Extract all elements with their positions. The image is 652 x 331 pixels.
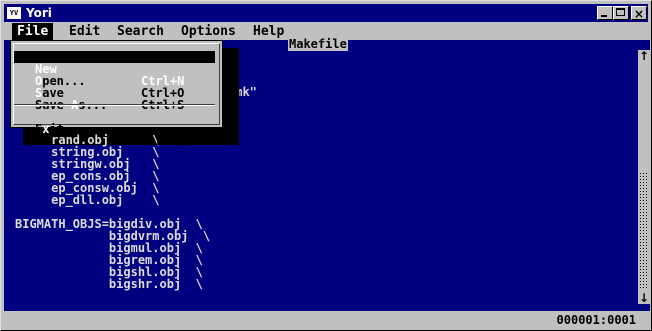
menu-edit[interactable]: Edit — [64, 23, 105, 40]
app-icon[interactable]: YV — [7, 7, 21, 19]
menu-item-exit[interactable]: Exit Ctrl+Q — [14, 111, 215, 147]
menu-options[interactable]: Options — [176, 23, 241, 40]
menu-search[interactable]: Search — [112, 23, 169, 40]
file-menu-dropdown: New Ctrl+N Open... Ctrl+O Save Ctrl+S Sa… — [10, 40, 223, 147]
status-bar: 000001:0001 — [4, 311, 650, 329]
editor-line: ep_dll.obj \ — [15, 193, 160, 207]
menu-help[interactable]: Help — [248, 23, 289, 40]
maximize-button[interactable] — [613, 6, 629, 20]
menu-item-open[interactable]: Open... Ctrl+O — [14, 63, 215, 99]
close-button[interactable]: × — [631, 6, 647, 21]
menu-item-save-as[interactable]: Save As... — [14, 87, 215, 111]
minimize-button[interactable] — [597, 6, 613, 20]
cursor-position: 000001:0001 — [556, 313, 636, 327]
minimize-icon — [601, 15, 607, 17]
app-window: YV Yori × File Edit Search Options Help … — [0, 0, 652, 331]
menu-item-save[interactable]: Save Ctrl+S — [14, 75, 215, 111]
maximize-icon — [616, 8, 625, 16]
menu-item-label: Exit — [35, 122, 64, 136]
menu-file[interactable]: File — [12, 23, 54, 40]
window-title: Yori — [26, 6, 52, 20]
title-bar[interactable]: YV Yori × — [4, 4, 648, 22]
vertical-scrollbar[interactable]: ↑ ↓ — [638, 50, 650, 304]
arrow-down-icon[interactable]: ↓ — [638, 292, 650, 304]
document-title: Makefile — [288, 37, 348, 51]
menu-item-new[interactable]: New Ctrl+N — [14, 51, 215, 87]
arrow-up-icon[interactable]: ↑ — [638, 50, 650, 62]
scrollbar-track[interactable] — [639, 172, 649, 290]
menu-separator — [14, 104, 215, 106]
close-icon: × — [633, 7, 645, 21]
editor-line: bigshr.obj \ — [15, 277, 203, 291]
menu-item-accelerator: Ctrl+Q — [141, 134, 185, 148]
